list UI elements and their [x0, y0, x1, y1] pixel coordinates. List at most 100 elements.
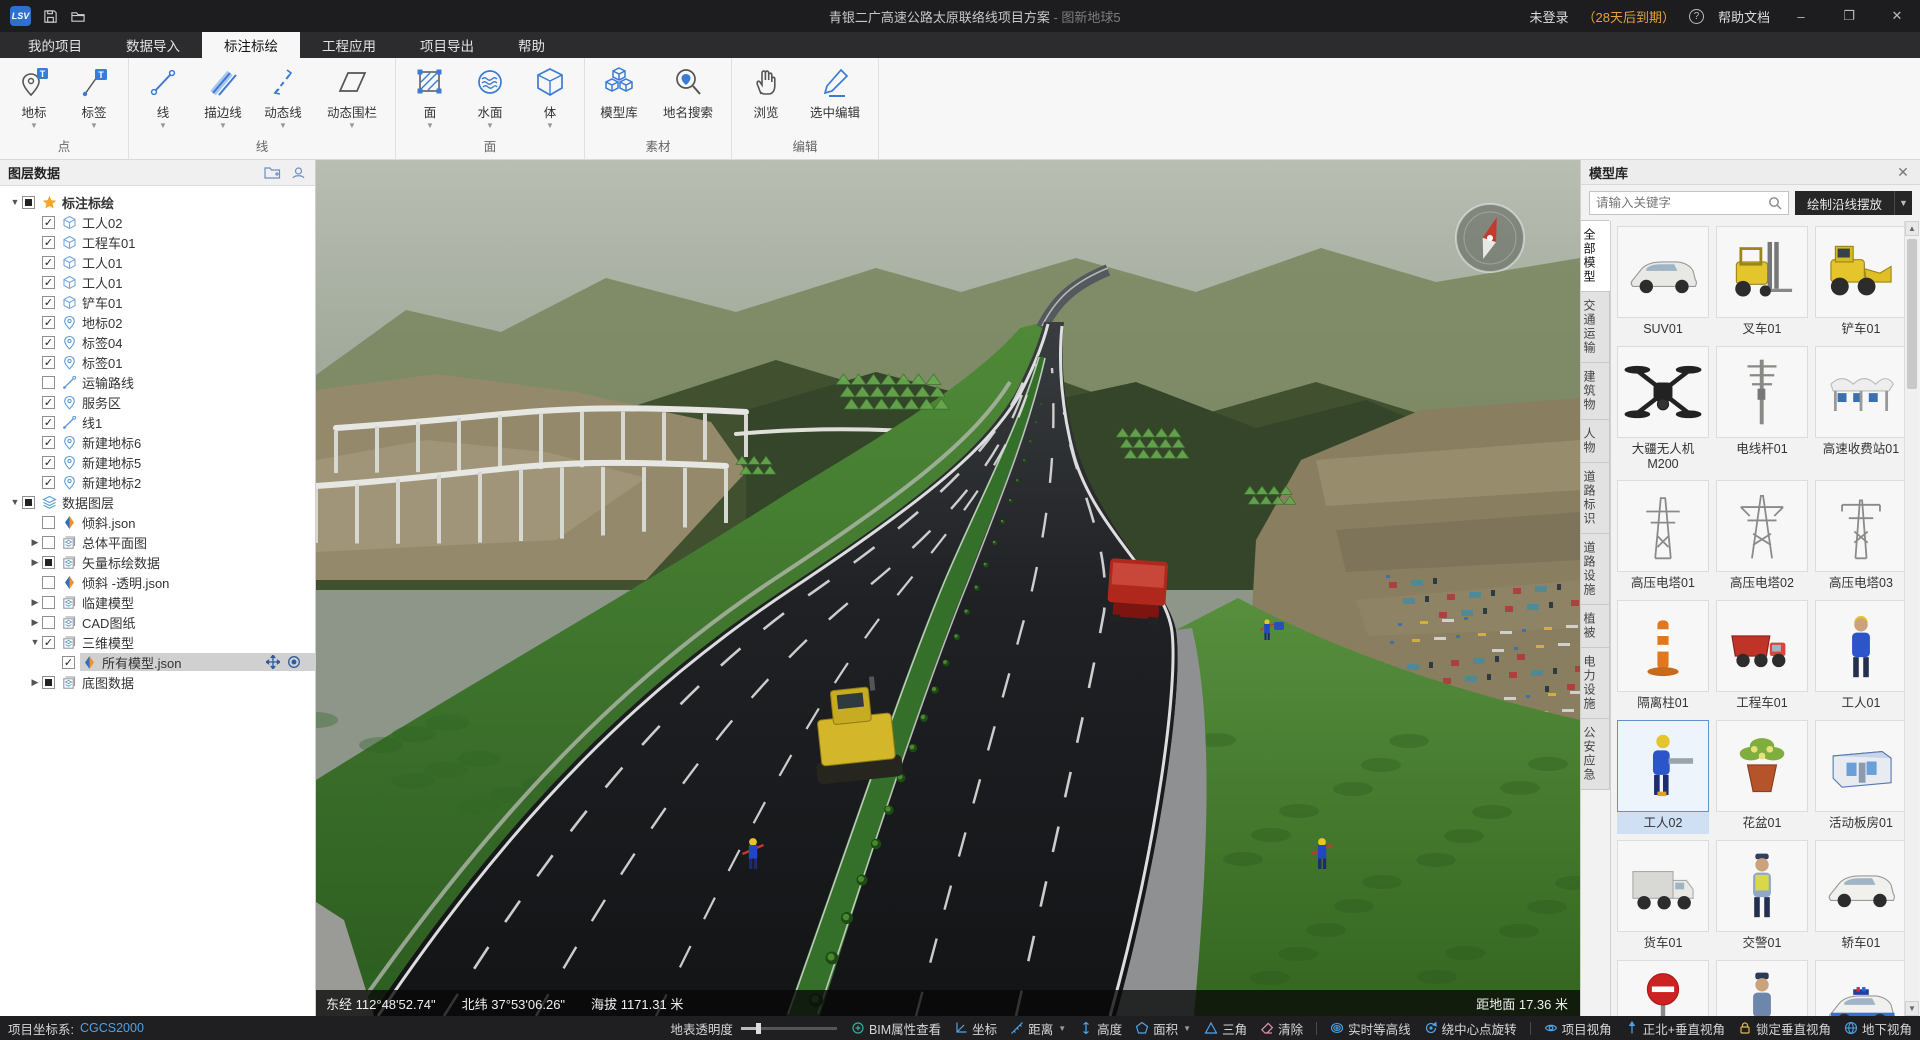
menu-tab-6[interactable]: 帮助 — [496, 32, 567, 58]
model-card-禁止驶入[interactable]: 禁止驶入 — [1617, 960, 1709, 1016]
layer-tree-row[interactable]: ✓所有模型.json — [0, 652, 315, 672]
expander-closed-icon[interactable]: ▶ — [28, 557, 42, 568]
panel-close-icon[interactable]: ✕ — [1894, 164, 1912, 181]
login-status[interactable]: 未登录 — [1530, 7, 1569, 26]
model-card-警车01[interactable]: 警车01 — [1815, 960, 1907, 1016]
layer-checkbox-checked[interactable]: ✓ — [42, 476, 55, 489]
layer-tree-row[interactable]: ✓标签04 — [0, 332, 315, 352]
layer-checkbox-checked[interactable]: ✓ — [42, 276, 55, 289]
model-card-活动板房01[interactable]: 活动板房01 — [1815, 720, 1907, 834]
open-folder-icon[interactable] — [69, 7, 87, 25]
model-card-花盆01[interactable]: 花盆01 — [1716, 720, 1808, 834]
add-folder-icon[interactable] — [263, 164, 281, 182]
layer-tree-row[interactable]: ▶底图数据 — [0, 672, 315, 692]
layer-checkbox-checked[interactable]: ✓ — [42, 316, 55, 329]
model-card-高速收费站01[interactable]: 高速收费站01 — [1815, 346, 1907, 474]
layer-tree-row[interactable]: ▼✓三维模型 — [0, 632, 315, 652]
layer-checkbox-checked[interactable]: ✓ — [42, 256, 55, 269]
model-card-货车01[interactable]: 货车01 — [1617, 840, 1709, 954]
expander-open-icon[interactable]: ▼ — [28, 637, 42, 647]
layer-tree-row[interactable]: ▼标注标绘 — [0, 192, 315, 212]
minimize-button[interactable]: – — [1784, 3, 1818, 29]
model-category-7[interactable]: 植被 — [1581, 604, 1610, 648]
dropdown-caret-icon[interactable]: ▼ — [30, 122, 38, 130]
layer-tree-row[interactable]: ✓工人01 — [0, 272, 315, 292]
status-tool-项目视角[interactable]: 项目视角 — [1544, 1019, 1612, 1038]
model-card-轿车01[interactable]: 轿车01 — [1815, 840, 1907, 954]
dropdown-caret-icon[interactable]: ▼ — [546, 122, 554, 130]
model-category-5[interactable]: 道路标识 — [1581, 462, 1610, 534]
model-card-SUV01[interactable]: SUV01 — [1617, 226, 1709, 340]
layer-tree-row[interactable]: ✓铲车01 — [0, 292, 315, 312]
ribbon-button-标签[interactable]: T标签▼ — [64, 60, 124, 133]
status-tool-锁定垂直视角[interactable]: 锁定垂直视角 — [1738, 1019, 1831, 1038]
model-card-高压电塔01[interactable]: 高压电塔01 — [1617, 480, 1709, 594]
expander-open-icon[interactable]: ▼ — [8, 197, 22, 207]
expander-closed-icon[interactable]: ▶ — [28, 677, 42, 688]
viewport-3d-scene[interactable]: 东经 112°48'52.74" 北纬 37°53'06.26" 海拔 1171… — [316, 160, 1580, 1016]
model-card-铲车01[interactable]: 铲车01 — [1815, 226, 1907, 340]
status-tool-清除[interactable]: 清除 — [1260, 1019, 1303, 1038]
layer-tree-row[interactable]: ▶矢量标绘数据 — [0, 552, 315, 572]
status-tool-距离[interactable]: 距离▼ — [1010, 1019, 1066, 1038]
layer-tree-row[interactable]: ✓服务区 — [0, 392, 315, 412]
status-tool-实时等高线[interactable]: 实时等高线 — [1330, 1019, 1411, 1038]
dropdown-caret-icon[interactable]: ▼ — [1058, 1024, 1066, 1033]
layer-checkbox-unchecked[interactable] — [42, 616, 55, 629]
ribbon-button-浏览[interactable]: 浏览 — [736, 60, 796, 133]
layer-tree-row[interactable]: ▶临建模型 — [0, 592, 315, 612]
menu-tab-3[interactable]: 标注标绘 — [202, 32, 300, 58]
dropdown-caret-icon[interactable]: ▼ — [426, 122, 434, 130]
status-tool-正北+垂直视角[interactable]: 正北+垂直视角 — [1625, 1019, 1725, 1038]
locate-icon[interactable] — [287, 655, 301, 669]
status-tool-面积[interactable]: 面积▼ — [1135, 1019, 1191, 1038]
status-tool-地下视角[interactable]: 地下视角 — [1844, 1019, 1912, 1038]
model-card-工人01[interactable]: 工人01 — [1815, 600, 1907, 714]
layer-tree-row[interactable]: ✓工人01 — [0, 252, 315, 272]
scrollbar-thumb[interactable] — [1907, 239, 1917, 389]
menu-tab-4[interactable]: 工程应用 — [300, 32, 398, 58]
ribbon-button-线[interactable]: 线▼ — [133, 60, 193, 133]
model-card-高压电塔03[interactable]: 高压电塔03 — [1815, 480, 1907, 594]
draw-along-line-button[interactable]: 绘制沿线摆放 ▼ — [1795, 191, 1912, 215]
layer-checkbox-checked[interactable]: ✓ — [42, 336, 55, 349]
ribbon-button-模型库[interactable]: 模型库 — [589, 60, 649, 133]
model-category-2[interactable]: 交通运输 — [1581, 291, 1610, 363]
layer-tree-row[interactable]: ✓新建地标6 — [0, 432, 315, 452]
layer-tree-row[interactable]: ▶CAD图纸 — [0, 612, 315, 632]
dropdown-caret-icon[interactable]: ▼ — [486, 122, 494, 130]
layer-checkbox-unchecked[interactable] — [42, 536, 55, 549]
ribbon-button-选中编辑[interactable]: 选中编辑 — [796, 60, 874, 133]
menu-tab-1[interactable]: 我的项目 — [6, 32, 104, 58]
layer-tree-row[interactable]: ✓地标02 — [0, 312, 315, 332]
scroll-up-icon[interactable]: ▲ — [1905, 221, 1919, 236]
ribbon-button-地名搜索[interactable]: 地名搜索 — [649, 60, 727, 133]
dropdown-caret-icon[interactable]: ▼ — [90, 122, 98, 130]
layer-tree-row[interactable]: ✓新建地标2 — [0, 472, 315, 492]
layer-tree-row[interactable]: ✓工人02 — [0, 212, 315, 232]
model-card-叉车01[interactable]: 叉车01 — [1716, 226, 1808, 340]
menu-tab-5[interactable]: 项目导出 — [398, 32, 496, 58]
expander-closed-icon[interactable]: ▶ — [28, 537, 42, 548]
model-card-工人02[interactable]: 工人02 — [1617, 720, 1709, 834]
move-icon[interactable] — [266, 655, 280, 669]
layer-checkbox-checked[interactable]: ✓ — [42, 296, 55, 309]
layer-locate-icon[interactable] — [289, 164, 307, 182]
layer-tree-row[interactable]: 运输路线 — [0, 372, 315, 392]
status-tool-坐标[interactable]: 坐标 — [954, 1019, 997, 1038]
dropdown-caret-icon[interactable]: ▼ — [348, 122, 356, 130]
compass[interactable] — [1456, 204, 1524, 272]
layer-checkbox-unchecked[interactable] — [42, 596, 55, 609]
layer-checkbox-checked[interactable]: ✓ — [42, 416, 55, 429]
model-card-交警01[interactable]: 交警01 — [1716, 840, 1808, 954]
terrain-opacity-slider[interactable] — [741, 1027, 837, 1030]
model-card-工程车01[interactable]: 工程车01 — [1716, 600, 1808, 714]
maximize-button[interactable]: ❐ — [1832, 3, 1866, 29]
layer-checkbox-checked[interactable]: ✓ — [42, 436, 55, 449]
model-card-隔离柱01[interactable]: 隔离柱01 — [1617, 600, 1709, 714]
model-category-9[interactable]: 公安应急 — [1581, 718, 1610, 790]
layer-checkbox-partial[interactable] — [42, 556, 55, 569]
layer-checkbox-partial[interactable] — [42, 676, 55, 689]
layer-tree-row[interactable]: 倾斜 -透明.json — [0, 572, 315, 592]
model-category-1[interactable]: 全部模型 — [1581, 220, 1610, 292]
